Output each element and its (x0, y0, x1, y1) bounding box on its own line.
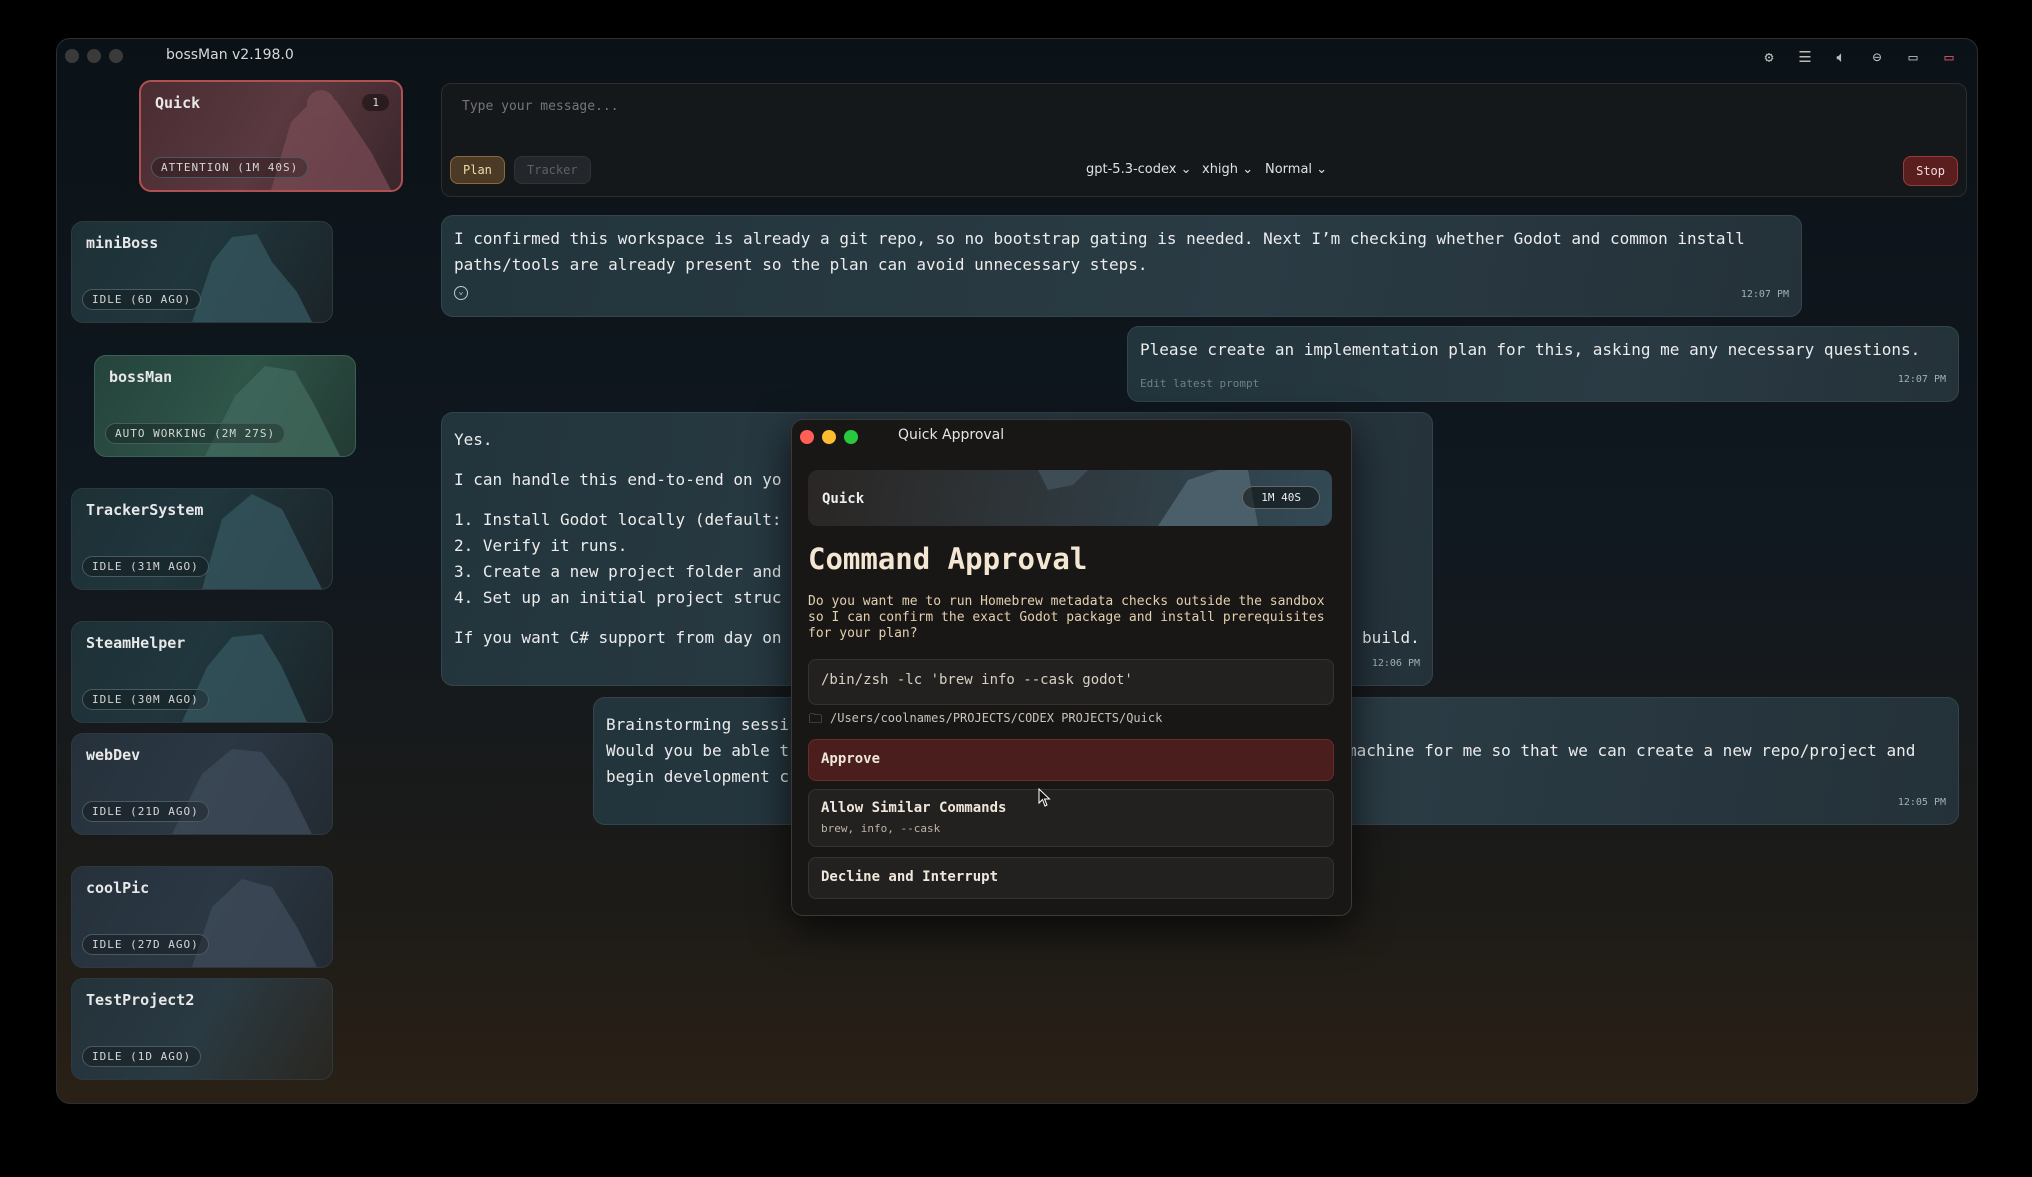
session-card-webdev[interactable]: webDev IDLE (21D AGO) (71, 733, 333, 835)
dialog-minimize-button[interactable] (822, 430, 836, 444)
session-name: TrackerSystem (86, 501, 204, 519)
session-status: ATTENTION (1M 40S) (151, 157, 309, 178)
message-line: Brainstorming sessi (606, 715, 790, 734)
effort-value: xhigh (1202, 162, 1239, 177)
session-name: TestProject2 (86, 991, 195, 1009)
list-item: 1. Install Godot locally (default: (454, 510, 782, 529)
message-line: If you want C# support from day on (454, 628, 782, 647)
message-line: paths/tools are already present so the p… (454, 255, 1148, 274)
dialog-zoom-button[interactable] (844, 430, 858, 444)
decline-label: Decline and Interrupt (821, 869, 999, 885)
decline-button[interactable]: Decline and Interrupt (808, 857, 1334, 899)
message-line: machine for me so that we can create a n… (1347, 741, 1916, 760)
session-name: Quick (822, 491, 865, 507)
user-message: Please create an implementation plan for… (1127, 326, 1959, 402)
session-name: coolPic (86, 879, 150, 897)
tracker-button[interactable]: Tracker (514, 156, 591, 184)
command-box: /bin/zsh -lc 'brew info --cask godot' (808, 659, 1334, 705)
session-card-quick[interactable]: Quick 1 ATTENTION (1M 40S) (139, 80, 403, 192)
session-card-testproject2[interactable]: TestProject2 IDLE (1D AGO) (71, 978, 333, 1080)
session-status: IDLE (1D AGO) (82, 1046, 202, 1067)
message-composer: Plan Tracker gpt-5.3-codex ⌄ xhigh ⌄ Nor… (441, 83, 1967, 197)
message-line: Please create an implementation plan for… (1140, 340, 1921, 359)
minus-circle-icon[interactable]: ⊖ (1865, 45, 1889, 69)
working-directory: /Users/coolnames/PROJECTS/CODEX PROJECTS… (830, 711, 1163, 725)
message-line: Yes. (454, 430, 493, 449)
timestamp: 12:05 PM (1897, 797, 1946, 808)
mouse-cursor-icon (1038, 788, 1051, 807)
allow-label: Allow Similar Commands (821, 800, 1007, 816)
session-name: webDev (86, 746, 141, 764)
chevron-down-icon: ⌄ (1242, 162, 1254, 177)
session-status: AUTO WORKING (2M 27S) (105, 423, 286, 444)
command-text: /bin/zsh -lc 'brew info --cask godot' (821, 672, 1133, 688)
plan-button[interactable]: Plan (450, 156, 505, 184)
window-zoom-button[interactable] (109, 49, 123, 63)
edit-prompt-link[interactable]: Edit latest prompt (1140, 371, 1259, 397)
window-minimize-button[interactable] (87, 49, 101, 63)
menu-icon[interactable]: ☰ (1793, 45, 1817, 69)
approve-button[interactable]: Approve (808, 739, 1334, 781)
session-card-coolpic[interactable]: coolPic IDLE (27D AGO) (71, 866, 333, 968)
list-item: 4. Set up an initial project struc (454, 588, 782, 607)
chevron-down-icon: ⌄ (1316, 162, 1328, 177)
window-close-button[interactable] (65, 49, 79, 63)
assistant-message: I confirmed this workspace is already a … (441, 215, 1802, 317)
timestamp: 12:07 PM (1897, 374, 1946, 385)
chat-alert-icon[interactable]: ▭ (1937, 45, 1961, 69)
session-name: bossMan (109, 368, 173, 386)
session-name: Quick (155, 94, 201, 112)
session-name: miniBoss (86, 234, 159, 252)
stop-button[interactable]: Stop (1903, 156, 1958, 186)
unread-badge: 1 (362, 94, 389, 111)
dialog-close-button[interactable] (800, 430, 814, 444)
session-banner: Quick 1M 40S (808, 470, 1332, 526)
timestamp: 12:07 PM (1740, 289, 1789, 300)
dialog-description: Do you want me to run Homebrew metadata … (808, 594, 1325, 641)
session-status: IDLE (27D AGO) (82, 934, 209, 955)
session-status: IDLE (21D AGO) (82, 801, 209, 822)
title-bar: bossMan v2.198.0 ⚙ ☰ 🔈︎ ⊖ ▭ ▭ (57, 39, 1977, 71)
mode-value: Normal (1265, 162, 1313, 177)
gear-icon[interactable]: ⚙ (1757, 45, 1781, 69)
model-value: gpt-5.3-codex (1086, 162, 1177, 177)
session-status: IDLE (31M AGO) (82, 556, 209, 577)
message-line: I confirmed this workspace is already a … (454, 229, 1745, 248)
approval-dialog: Quick Approval Quick 1M 40S Command Appr… (791, 419, 1352, 916)
message-line: build. (1362, 628, 1420, 647)
speaker-icon[interactable]: 🔈︎ (1829, 45, 1853, 69)
allow-sublabel: brew, info, --cask (821, 822, 941, 835)
session-card-trackersystem[interactable]: TrackerSystem IDLE (31M AGO) (71, 488, 333, 590)
model-select[interactable]: gpt-5.3-codex ⌄ (1086, 162, 1192, 177)
expand-icon[interactable]: ⌄ (454, 286, 468, 300)
approve-label: Approve (821, 751, 881, 767)
session-card-miniboss[interactable]: miniBoss IDLE (6D AGO) (71, 221, 333, 323)
session-name: SteamHelper (86, 634, 186, 652)
list-item: 2. Verify it runs. (454, 536, 628, 555)
app-title: bossMan v2.198.0 (166, 47, 294, 63)
session-status: IDLE (6D AGO) (82, 289, 202, 310)
message-line: I can handle this end-to-end on yo (454, 470, 782, 489)
session-card-bossman[interactable]: bossMan AUTO WORKING (2M 27S) (94, 355, 356, 457)
timestamp: 12:06 PM (1371, 658, 1420, 669)
message-input[interactable] (460, 98, 1864, 115)
allow-similar-button[interactable]: Allow Similar Commands brew, info, --cas… (808, 789, 1334, 847)
mode-select[interactable]: Normal ⌄ (1265, 162, 1327, 177)
dialog-heading: Command Approval (808, 542, 1088, 576)
session-card-steamhelper[interactable]: SteamHelper IDLE (30M AGO) (71, 621, 333, 723)
effort-select[interactable]: xhigh ⌄ (1202, 162, 1253, 177)
list-item: 3. Create a new project folder and (454, 562, 782, 581)
chat-icon[interactable]: ▭ (1901, 45, 1925, 69)
dialog-title: Quick Approval (898, 427, 1005, 443)
chevron-down-icon: ⌄ (1180, 162, 1192, 177)
message-line: Would you be able t (606, 741, 790, 760)
figure-illustration (1038, 470, 1258, 526)
timer-badge: 1M 40S (1242, 486, 1320, 509)
message-line: begin development c (606, 767, 790, 786)
session-status: IDLE (30M AGO) (82, 689, 209, 710)
folder-icon: 🗀 (809, 712, 823, 727)
